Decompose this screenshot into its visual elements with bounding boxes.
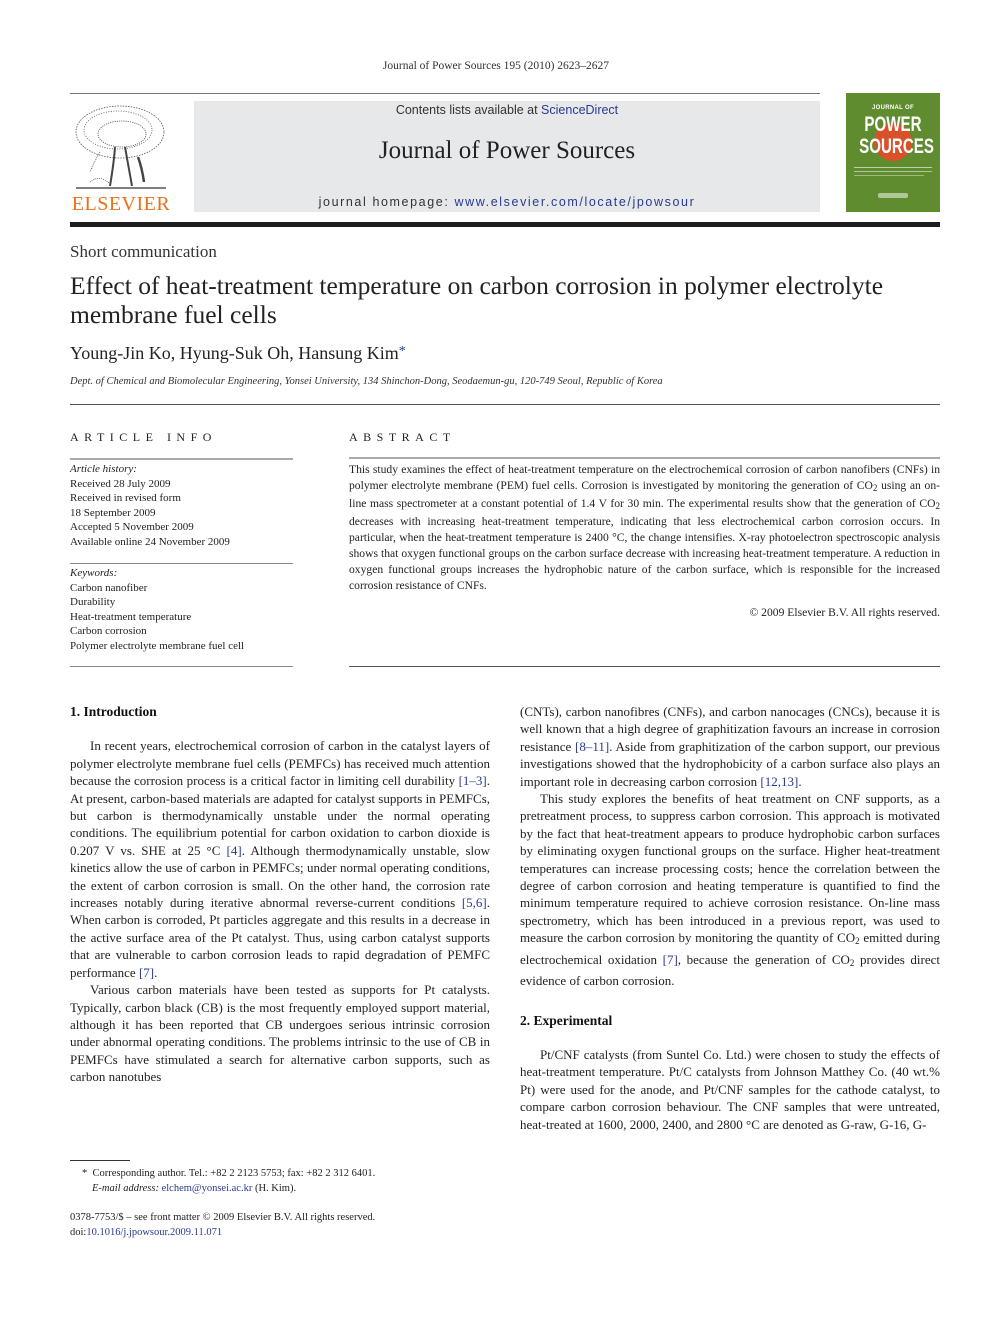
journal-homepage-link[interactable]: www.elsevier.com/locate/jpowsour <box>454 195 695 209</box>
article-history: Article history: Received 28 July 2009 R… <box>70 462 293 549</box>
history-item: Received in revised form <box>70 492 181 504</box>
history-item: Accepted 5 November 2009 <box>70 521 194 533</box>
authors: Young-Jin Ko, Hyung-Suk Oh, Hansung Kim <box>70 343 399 363</box>
keyword: Durability <box>70 596 116 608</box>
article-title: Effect of heat-treatment temperature on … <box>70 271 884 329</box>
elsevier-wordmark: ELSEVIER <box>71 193 171 215</box>
footnote-rule <box>70 1160 130 1161</box>
issn-line: 0378-7753/$ – see front matter © 2009 El… <box>70 1212 376 1223</box>
masthead-thick-rule <box>70 222 940 227</box>
cover-line-journal-of: JOURNAL OF <box>872 105 914 111</box>
corresponding-author-footnote: * Corresponding author. Tel.: +82 2 2123… <box>70 1167 375 1196</box>
keyword: Carbon corrosion <box>70 625 147 637</box>
citation-link[interactable]: [5,6] <box>462 895 487 910</box>
cover-subtitle-line <box>854 167 932 168</box>
text: In recent years, electrochemical corrosi… <box>70 738 490 789</box>
title-block-rule <box>70 404 940 405</box>
homepage-line: journal homepage: www.elsevier.com/locat… <box>194 195 820 209</box>
running-head: Journal of Power Sources 195 (2010) 2623… <box>382 60 610 72</box>
intro-paragraph-3: (CNTs), carbon nanofibres (CNFs), and ca… <box>520 703 940 790</box>
text: This study explores the benefits of heat… <box>520 791 940 946</box>
citation-link[interactable]: [1–3] <box>459 773 487 788</box>
corresponding-author-marker[interactable]: * <box>399 344 406 359</box>
intro-paragraph-2: Various carbon materials have been teste… <box>70 982 490 1085</box>
doi-prefix: doi: <box>70 1226 87 1238</box>
intro-paragraph-4: This study explores the benefits of heat… <box>520 790 940 989</box>
section-heading-introduction: 1. Introduction <box>70 704 157 719</box>
header-rule <box>70 93 820 94</box>
section-heading-experimental: 2. Experimental <box>520 1012 613 1028</box>
abstract-bottom-rule <box>349 666 940 667</box>
experimental-paragraph-1: Pt/CNF catalysts (from Suntel Co. Ltd.) … <box>520 1046 940 1132</box>
author-list: Young-Jin Ko, Hyung-Suk Oh, Hansung Kim* <box>70 343 406 364</box>
doi-link[interactable]: 10.1016/j.jpowsour.2009.11.071 <box>86 1227 222 1238</box>
right-column: (CNTs), carbon nanofibres (CNFs), and ca… <box>520 703 940 1133</box>
corresponding-line: * Corresponding author. Tel.: +82 2 2123… <box>82 1167 375 1182</box>
sciencedirect-icon <box>878 193 908 198</box>
citation-link[interactable]: [7] <box>663 952 678 967</box>
affiliation: Dept. of Chemical and Biomolecular Engin… <box>70 376 663 387</box>
journal-cover-thumbnail: JOURNAL OF POWER SOURCES <box>846 93 940 212</box>
homepage-prefix: journal homepage: <box>318 195 455 209</box>
keywords-rule <box>70 563 293 564</box>
history-item: 18 September 2009 <box>70 506 156 519</box>
email-line: E-mail address: elchem@yonsei.ac.kr (H. … <box>82 1182 375 1197</box>
abstract-part: decreases with increasing heat-treatment… <box>349 515 940 592</box>
keyword: Carbon nanofiber <box>70 581 148 594</box>
cover-subtitle-line <box>854 175 924 176</box>
abstract-text: This study examines the effect of heat-t… <box>349 462 940 594</box>
text: , because the generation of CO <box>677 951 850 967</box>
masthead: Contents lists available at ScienceDirec… <box>194 101 820 212</box>
abstract-rule <box>349 457 940 459</box>
email-link[interactable]: elchem@yonsei.ac.kr <box>162 1183 253 1194</box>
citation-link[interactable]: [7] <box>139 965 154 980</box>
keyword: Heat-treatment temperature <box>70 610 192 623</box>
email-label: E-mail address: <box>92 1182 159 1194</box>
keywords: Keywords: Carbon nanofiber Durability He… <box>70 566 293 653</box>
citation-link[interactable]: [8–11] <box>575 739 609 754</box>
abstract-part: This study examines the effect of heat-t… <box>349 463 940 492</box>
cover-line-sources: SOURCES <box>859 135 934 158</box>
left-column: 1. Introduction In recent years, electro… <box>70 703 490 1086</box>
text: . <box>798 773 802 789</box>
keyword: Polymer electrolyte membrane fuel cell <box>70 639 245 652</box>
contact-details: Corresponding author. Tel.: +82 2 2123 5… <box>92 1168 376 1179</box>
citation-link[interactable]: [4] <box>227 843 242 858</box>
article-info-heading: ARTICLE INFO <box>70 430 217 444</box>
cover-subtitle-line <box>854 171 932 172</box>
history-item: Received 28 July 2009 <box>70 477 171 490</box>
article-info-rule <box>70 458 293 460</box>
cover-line-power: POWER <box>864 113 922 136</box>
journal-title: Journal of Power Sources <box>378 137 636 164</box>
subscript: 2 <box>935 501 941 511</box>
keywords-label: Keywords: <box>70 567 118 579</box>
front-matter: 0378-7753/$ – see front matter © 2009 El… <box>70 1211 375 1240</box>
history-label: Article history: <box>70 463 137 475</box>
sciencedirect-link[interactable]: ScienceDirect <box>541 103 618 117</box>
contents-prefix: Contents lists available at <box>395 103 542 117</box>
citation-link[interactable]: [12,13] <box>760 774 798 789</box>
intro-paragraph-1: In recent years, electrochemical corrosi… <box>70 737 490 981</box>
footnote-marker: * <box>82 1168 88 1179</box>
email-suffix: (H. Kim). <box>252 1182 297 1194</box>
history-item: Available online 24 November 2009 <box>70 535 230 548</box>
tree-icon <box>75 105 166 189</box>
abstract-copyright: © 2009 Elsevier B.V. All rights reserved… <box>749 606 940 619</box>
article-type: Short communication <box>70 242 217 261</box>
article-info-bottom-rule <box>70 666 293 667</box>
abstract-heading: ABSTRACT <box>349 430 456 444</box>
contents-line: Contents lists available at ScienceDirec… <box>194 103 820 117</box>
text: . <box>154 964 158 980</box>
doi-line: doi:10.1016/j.jpowsour.2009.11.071 <box>70 1226 375 1241</box>
